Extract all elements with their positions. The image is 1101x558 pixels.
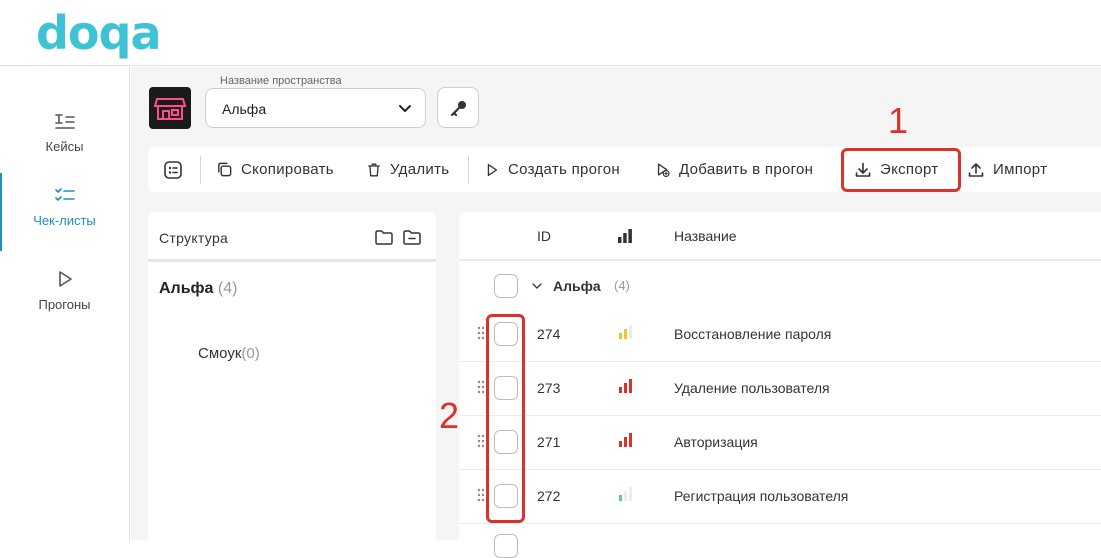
store-icon	[153, 98, 187, 120]
table-row[interactable]: 271 Авторизация	[459, 416, 1101, 470]
add-to-run-icon	[657, 163, 670, 177]
group-name: Альфа	[553, 278, 601, 294]
sidebar-item-label: Кейсы	[45, 139, 84, 154]
annotation-number-1: 1	[888, 100, 909, 141]
space-select[interactable]: Альфа	[205, 88, 426, 128]
drag-handle-icon[interactable]	[477, 326, 485, 340]
checklist-table: ID Название Альфа (4) 274 Восстановление…	[459, 212, 1101, 558]
sidebar-item-checklists[interactable]: Чек-листы	[0, 173, 129, 251]
annotation-export-highlight	[841, 148, 961, 192]
sidebar-item-label: Чек-листы	[33, 213, 96, 228]
row-name[interactable]: Удаление пользователя	[674, 380, 830, 396]
table-group-row[interactable]: Альфа (4)	[459, 272, 1101, 302]
row-id: 274	[537, 326, 561, 342]
toolbar-divider	[200, 156, 201, 184]
structure-root[interactable]: Альфа (4)	[159, 280, 237, 298]
row-name[interactable]: Регистрация пользователя	[674, 488, 848, 504]
table-row[interactable]: 274 Восстановление пароля	[459, 308, 1101, 362]
play-icon	[58, 271, 72, 287]
row-id: 273	[537, 380, 561, 396]
structure-child-name: Смоук	[198, 345, 242, 362]
row-id: 271	[537, 434, 561, 450]
copy-icon	[218, 162, 232, 177]
column-header-name[interactable]: Название	[674, 212, 737, 260]
chevron-down-icon[interactable]	[531, 280, 543, 292]
structure-child-count: (0)	[241, 345, 260, 362]
row-name[interactable]: Восстановление пароля	[674, 326, 831, 342]
table-row[interactable]: 272 Регистрация пользователя	[459, 470, 1101, 524]
create-run-button-label: Создать прогон	[508, 161, 620, 178]
drag-handle-icon[interactable]	[477, 380, 485, 394]
sidebar: Кейсы Чек-листы Прогоны	[0, 67, 130, 540]
folder-icon[interactable]	[374, 228, 394, 246]
drag-handle-icon[interactable]	[477, 488, 485, 502]
priority-low-icon	[619, 487, 632, 501]
sidebar-item-label: Прогоны	[38, 297, 91, 312]
add-to-run-button[interactable]: Добавить в прогон	[655, 147, 813, 192]
access-key-button[interactable]	[437, 87, 479, 128]
group-count: (4)	[614, 278, 630, 293]
structure-panel: Структура Альфа (4) Смоук(0)	[148, 212, 436, 540]
structure-header: Структура	[148, 212, 436, 262]
test-cases-icon	[54, 114, 75, 129]
annotation-checkbox-highlight	[486, 314, 525, 523]
table-header-divider	[459, 259, 1101, 261]
priority-medium-icon	[619, 325, 632, 339]
create-run-button[interactable]: Создать прогон	[484, 147, 620, 192]
row-id: 272	[537, 488, 561, 504]
delete-button[interactable]: Удалить	[366, 147, 449, 192]
trash-icon	[368, 163, 380, 176]
app-logo[interactable]: doqa	[36, 6, 161, 60]
structure-root-count: (4)	[217, 280, 238, 297]
row-checkbox[interactable]	[494, 534, 518, 558]
drag-handle-icon[interactable]	[477, 434, 485, 448]
upload-icon	[968, 162, 984, 177]
structure-child[interactable]: Смоук(0)	[198, 345, 260, 362]
select-mode-icon[interactable]	[162, 159, 184, 181]
delete-button-label: Удалить	[390, 161, 450, 178]
table-row[interactable]: 273 Удаление пользователя	[459, 362, 1101, 416]
import-button-label: Импорт	[993, 161, 1048, 178]
copy-button[interactable]: Скопировать	[216, 147, 334, 192]
priority-high-icon	[619, 379, 632, 393]
top-bar: doqa	[0, 0, 1101, 66]
key-icon	[450, 101, 466, 117]
group-checkbox[interactable]	[494, 274, 518, 298]
structure-root-name: Альфа	[159, 280, 214, 297]
toolbar-divider	[468, 156, 469, 184]
annotation-number-2: 2	[439, 395, 460, 436]
sidebar-item-cases[interactable]: Кейсы	[0, 99, 129, 177]
column-header-id[interactable]: ID	[537, 212, 551, 260]
copy-button-label: Скопировать	[241, 161, 334, 178]
row-name[interactable]: Авторизация	[674, 434, 758, 450]
chevron-down-icon	[399, 105, 411, 112]
import-button[interactable]: Импорт	[967, 147, 1047, 192]
play-icon	[487, 163, 498, 176]
checklist-icon	[54, 188, 75, 201]
add-to-run-button-label: Добавить в прогон	[679, 161, 814, 178]
folder-collapse-icon[interactable]	[402, 228, 422, 246]
structure-title: Структура	[159, 230, 229, 246]
priority-high-icon	[619, 433, 632, 447]
space-select-label: Название пространства	[216, 75, 346, 87]
space-select-value: Альфа	[222, 101, 267, 117]
priority-column-icon[interactable]	[617, 228, 633, 244]
sidebar-item-runs[interactable]: Прогоны	[0, 257, 129, 335]
space-avatar	[149, 87, 191, 129]
